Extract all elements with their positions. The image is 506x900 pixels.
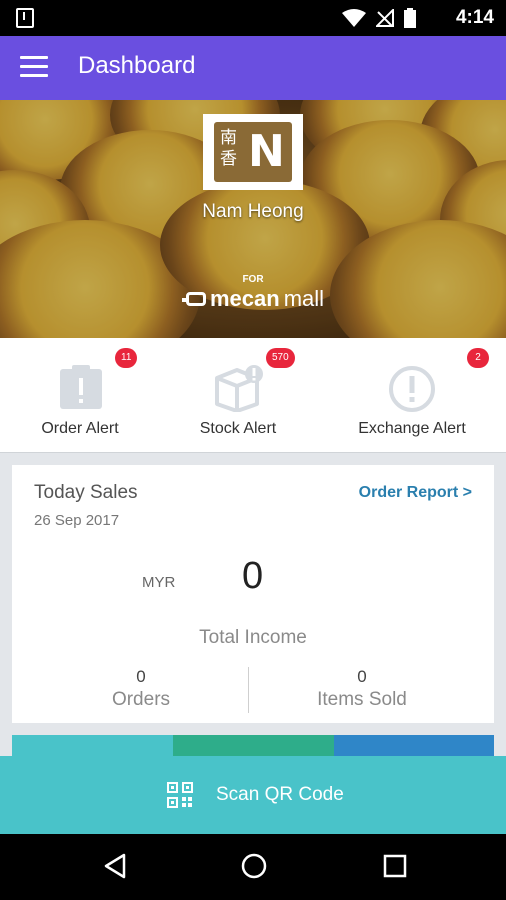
- exchange-alert-button[interactable]: 2 Exchange Alert: [337, 338, 489, 452]
- total-income-value: 0: [242, 555, 264, 597]
- brand-light: mall: [283, 286, 325, 311]
- qr-code-icon: [167, 782, 193, 808]
- total-income-label: Total Income: [199, 627, 307, 648]
- currency-label: MYR: [142, 574, 176, 591]
- stat-divider: [248, 667, 249, 713]
- status-bar: 4:14: [0, 0, 506, 36]
- stock-alert-button[interactable]: 570 Stock Alert: [163, 338, 313, 452]
- download-icon: [16, 8, 34, 28]
- stock-alert-badge: 570: [266, 348, 295, 368]
- recents-icon[interactable]: [382, 852, 408, 880]
- menu-icon[interactable]: [20, 56, 48, 78]
- orders-value: 0: [136, 667, 146, 686]
- store-name: Nam Heong: [202, 201, 304, 222]
- items-sold-stat: 0 Items Sold: [262, 667, 462, 711]
- order-report-link[interactable]: Order Report >: [359, 484, 472, 502]
- platform-brand: mecan mall: [182, 286, 325, 312]
- order-alert-badge: 11: [115, 348, 138, 368]
- items-sold-value: 0: [357, 667, 367, 686]
- logo-chinese-text: 南香: [220, 128, 237, 169]
- orders-label: Orders: [111, 689, 171, 710]
- scan-qr-label: Scan QR Code: [216, 784, 344, 805]
- brand-bold: mecan: [210, 286, 280, 311]
- app-bar: Dashboard: [0, 36, 506, 100]
- home-icon[interactable]: [240, 852, 268, 880]
- exchange-alert-badge: 2: [467, 348, 489, 368]
- orders-stat: 0 Orders: [41, 667, 241, 711]
- stock-alert-icon: [215, 365, 263, 412]
- robot-icon: [182, 292, 206, 306]
- for-label: FOR: [242, 274, 264, 285]
- logo-letter: N: [248, 126, 285, 177]
- order-alert-label: Order Alert: [41, 420, 119, 437]
- page-title: Dashboard: [78, 52, 196, 79]
- today-sales-card: Today Sales 26 Sep 2017 Order Report > M…: [12, 465, 494, 723]
- sales-title: Today Sales: [34, 482, 138, 503]
- no-signal-icon: [376, 9, 394, 27]
- system-nav-bar: [0, 834, 506, 900]
- exchange-alert-icon: [389, 366, 435, 412]
- exchange-alert-label: Exchange Alert: [358, 420, 466, 437]
- battery-icon: [404, 8, 416, 28]
- store-banner: 南香 N Nam Heong FOR mecan mall: [0, 100, 506, 338]
- status-time: 4:14: [455, 7, 494, 28]
- order-alert-button[interactable]: 11 Order Alert: [5, 338, 155, 452]
- store-logo: 南香 N: [203, 114, 303, 190]
- stock-alert-label: Stock Alert: [199, 420, 277, 437]
- sales-date: 26 Sep 2017: [34, 512, 120, 529]
- items-sold-label: Items Sold: [317, 689, 407, 710]
- scan-qr-button[interactable]: Scan QR Code: [0, 756, 506, 834]
- alerts-row: 11 Order Alert 570 Stock Alert 2 Exchang…: [0, 338, 506, 453]
- order-alert-icon: [60, 365, 102, 409]
- back-icon[interactable]: [102, 852, 128, 880]
- wifi-icon: [342, 9, 366, 27]
